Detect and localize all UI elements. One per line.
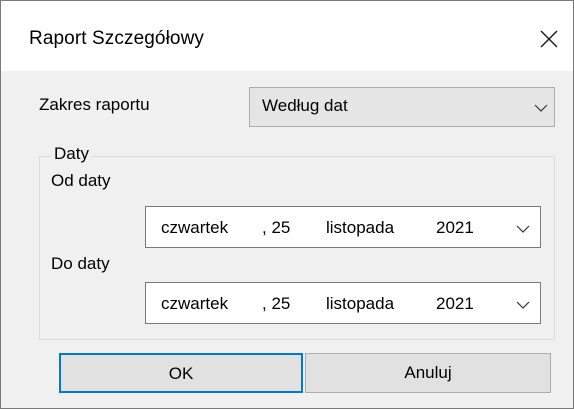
- to-date-weekday[interactable]: czwartek: [161, 294, 228, 314]
- to-date-year[interactable]: 2021: [436, 294, 474, 314]
- from-date-picker[interactable]: czwartek , 25 listopada 2021: [145, 206, 541, 248]
- cancel-button-label: Anuluj: [404, 363, 452, 382]
- to-date-day[interactable]: , 25: [262, 294, 290, 314]
- report-range-select[interactable]: Według dat: [249, 87, 555, 127]
- close-button[interactable]: [526, 19, 572, 59]
- chevron-down-icon[interactable]: [516, 301, 530, 310]
- report-range-label: Zakres raportu: [39, 95, 150, 114]
- to-date-label: Do daty: [51, 254, 110, 273]
- to-date-month[interactable]: listopada: [326, 294, 394, 314]
- chevron-down-icon: [534, 104, 548, 112]
- dialog-title: Raport Szczegółowy: [29, 28, 204, 49]
- dates-group-legend: Daty: [51, 144, 92, 164]
- report-range-value: Według dat: [262, 96, 348, 115]
- cancel-button[interactable]: Anuluj: [305, 353, 551, 393]
- from-date-day[interactable]: , 25: [262, 218, 290, 238]
- from-date-weekday[interactable]: czwartek: [161, 218, 228, 238]
- close-icon: [540, 30, 558, 48]
- dialog-window: Raport Szczegółowy Zakres raportu Według…: [0, 0, 574, 409]
- ok-button[interactable]: OK: [59, 353, 303, 393]
- from-date-month[interactable]: listopada: [326, 218, 394, 238]
- to-date-picker[interactable]: czwartek , 25 listopada 2021: [145, 282, 541, 324]
- from-date-label: Od daty: [51, 171, 111, 190]
- chevron-down-icon[interactable]: [516, 225, 530, 234]
- ok-button-label: OK: [168, 364, 194, 383]
- from-date-year[interactable]: 2021: [436, 218, 474, 238]
- title-bar: Raport Szczegółowy: [1, 1, 573, 71]
